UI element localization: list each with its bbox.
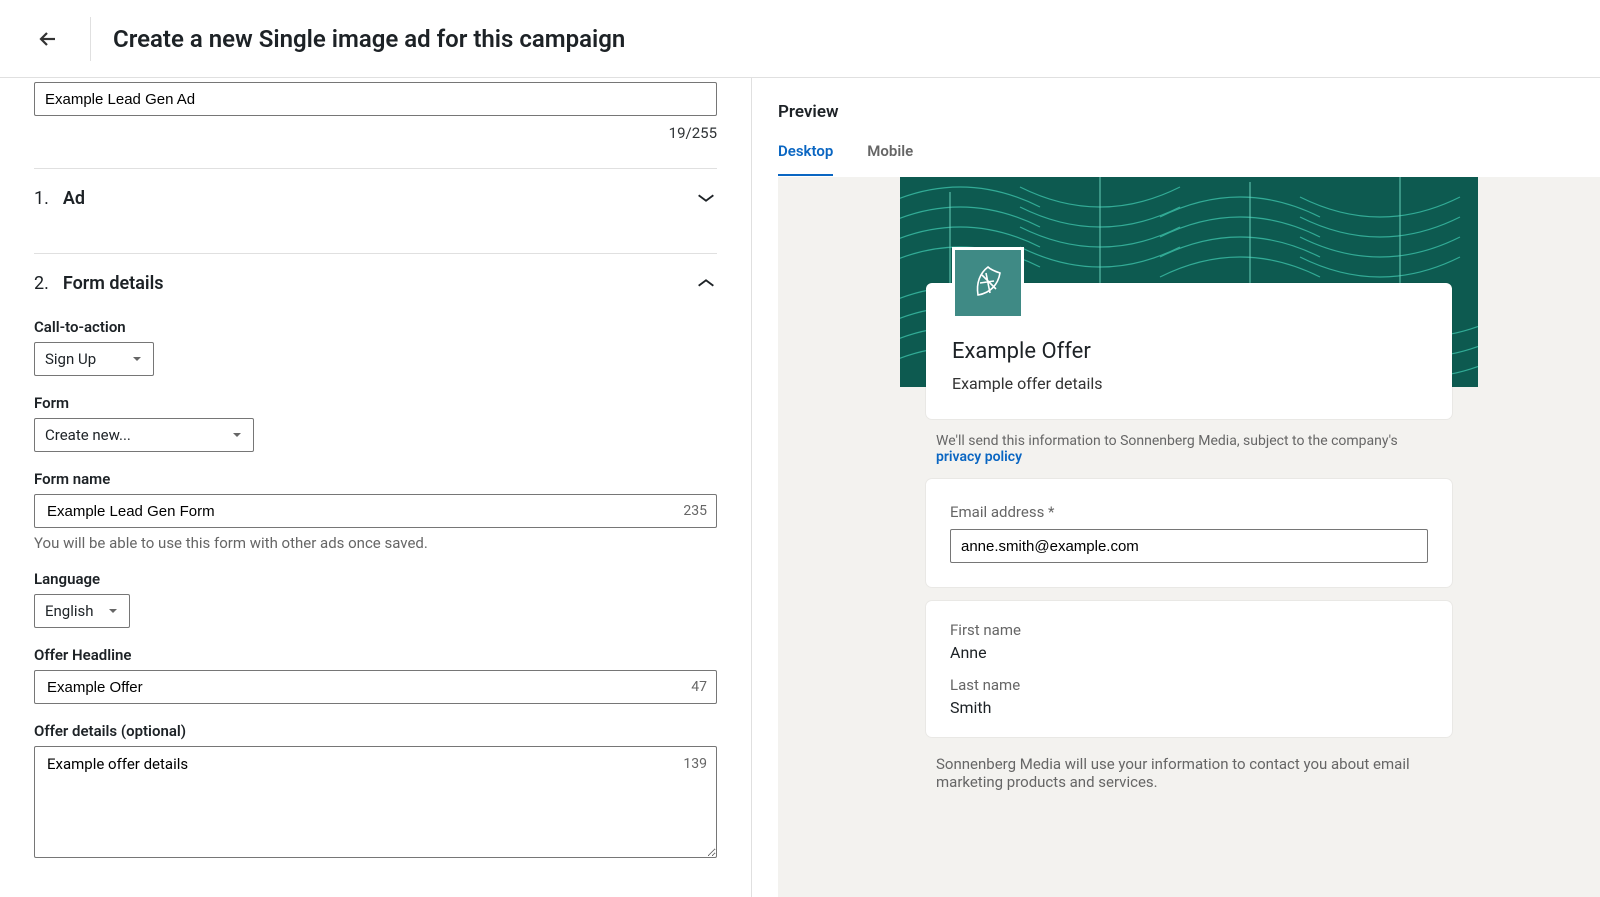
caret-down-icon: [231, 429, 243, 441]
offer-card: Example Offer Example offer details: [926, 283, 1452, 419]
details-row: Offer details (optional) 139: [34, 722, 717, 862]
caret-down-icon: [131, 353, 143, 365]
privacy-policy-link[interactable]: privacy policy: [936, 449, 1022, 465]
section-title: Form details: [63, 273, 164, 294]
page-title: Create a new Single image ad for this ca…: [113, 25, 625, 53]
first-name-value: Anne: [950, 643, 1428, 662]
back-button[interactable]: [28, 19, 68, 59]
section-title: Ad: [63, 188, 85, 209]
email-input[interactable]: [950, 529, 1428, 563]
details-textarea[interactable]: [34, 746, 717, 858]
headline-label: Offer Headline: [34, 646, 717, 664]
first-name-label: First name: [950, 621, 1428, 639]
usage-text: Sonnenberg Media will use your informati…: [936, 755, 1442, 791]
cta-label: Call-to-action: [34, 318, 717, 336]
divider: [90, 17, 91, 61]
name-card: First name Anne Last name Smith: [926, 601, 1452, 737]
form-name-row: Form name 235 You will be able to use th…: [34, 470, 717, 552]
details-label: Offer details (optional): [34, 722, 717, 740]
chevron-down-icon: [695, 187, 717, 209]
ad-name-input[interactable]: [34, 82, 717, 116]
form-row: Form Create new...: [34, 394, 717, 452]
preview-title: Preview: [778, 102, 1600, 122]
topbar: Create a new Single image ad for this ca…: [0, 0, 1600, 78]
cta-row: Call-to-action Sign Up: [34, 318, 717, 376]
leaf-icon: [968, 263, 1008, 303]
section-ad[interactable]: 1. Ad: [34, 169, 717, 227]
last-name-value: Smith: [950, 698, 1428, 717]
ad-name-field: 19/255: [34, 80, 717, 142]
headline-input[interactable]: [34, 670, 717, 704]
language-row: Language English: [34, 570, 717, 628]
form-details-content: Call-to-action Sign Up Form Create new..…: [34, 312, 717, 862]
email-label: Email address *: [950, 503, 1428, 521]
last-name-label: Last name: [950, 676, 1428, 694]
main: 19/255 1. Ad 2. Form details Call-to-act…: [0, 78, 1600, 897]
form-name-input[interactable]: [34, 494, 717, 528]
form-name-counter: 235: [683, 503, 707, 519]
section-form-details[interactable]: 2. Form details: [34, 254, 717, 312]
cta-value: Sign Up: [45, 350, 96, 368]
headline-row: Offer Headline 47: [34, 646, 717, 704]
company-logo: [952, 247, 1024, 319]
chevron-up-icon: [695, 272, 717, 294]
email-card: Email address *: [926, 479, 1452, 587]
tab-desktop[interactable]: Desktop: [778, 142, 833, 176]
form-name-hint: You will be able to use this form with o…: [34, 534, 717, 552]
preview-area: Example Offer Example offer details We'l…: [778, 177, 1600, 897]
headline-counter: 47: [691, 679, 707, 695]
privacy-prefix: We'll send this information to Sonnenber…: [936, 433, 1398, 449]
form-label: Form: [34, 394, 717, 412]
offer-title: Example Offer: [952, 339, 1426, 364]
right-panel: Preview Desktop Mobile: [752, 78, 1600, 897]
details-counter: 139: [683, 756, 707, 772]
offer-details: Example offer details: [952, 374, 1426, 393]
caret-down-icon: [107, 605, 119, 617]
language-select[interactable]: English: [34, 594, 130, 628]
arrow-left-icon: [36, 27, 60, 51]
tab-mobile[interactable]: Mobile: [867, 142, 913, 176]
preview-canvas: Example Offer Example offer details We'l…: [900, 177, 1478, 897]
ad-name-counter: 19/255: [34, 124, 717, 142]
form-value: Create new...: [45, 426, 131, 444]
left-panel[interactable]: 19/255 1. Ad 2. Form details Call-to-act…: [0, 78, 752, 897]
section-number: 1.: [34, 188, 49, 209]
preview-tabs: Desktop Mobile: [778, 142, 1600, 177]
language-value: English: [45, 602, 94, 620]
form-select[interactable]: Create new...: [34, 418, 254, 452]
form-name-label: Form name: [34, 470, 717, 488]
cta-select[interactable]: Sign Up: [34, 342, 154, 376]
section-number: 2.: [34, 273, 49, 294]
privacy-text: We'll send this information to Sonnenber…: [936, 433, 1442, 465]
language-label: Language: [34, 570, 717, 588]
